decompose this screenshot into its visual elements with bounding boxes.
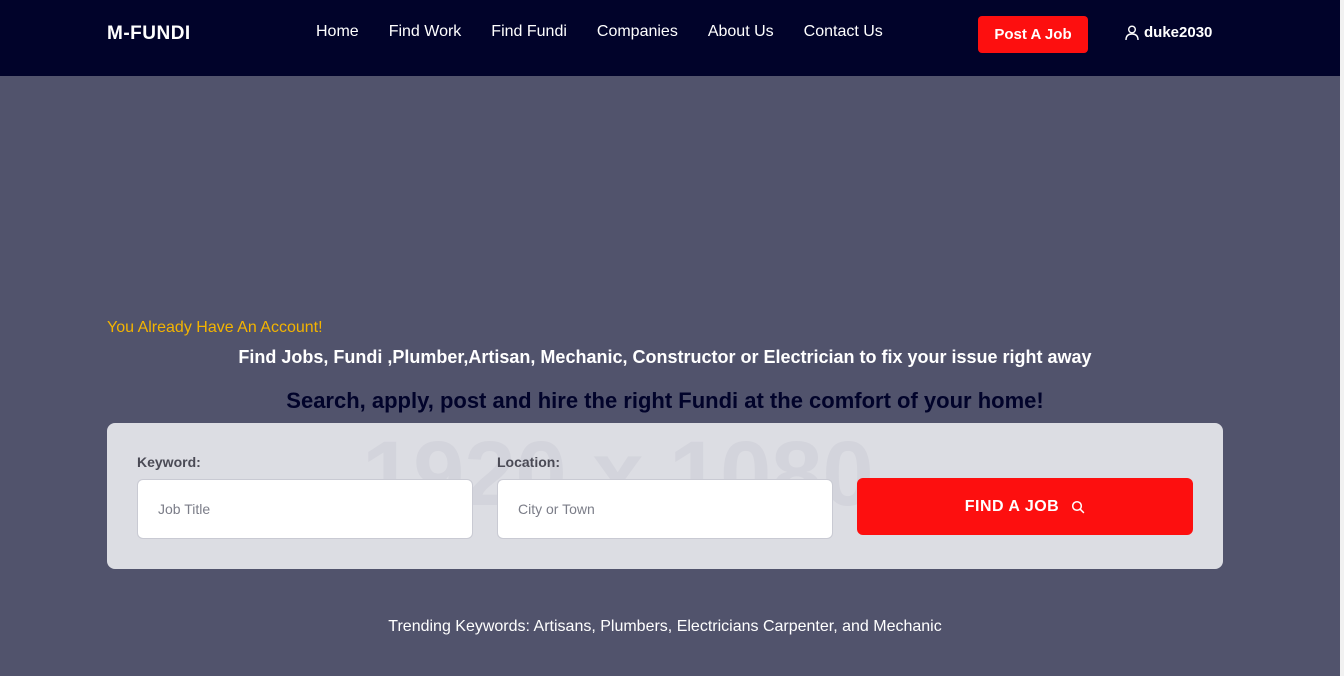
find-a-job-label: FIND A JOB	[964, 497, 1060, 515]
top-navbar: M-FUNDI Home Find Work Find Fundi Compan…	[0, 0, 1340, 76]
keyword-label: Keyword:	[137, 454, 201, 470]
post-a-job-button[interactable]: Post A Job	[978, 16, 1088, 53]
already-have-account-link[interactable]: You Already Have An Account!	[107, 318, 323, 338]
user-icon	[1125, 25, 1139, 41]
user-account-menu[interactable]: duke2030	[1125, 24, 1212, 42]
page-scrollbar[interactable]	[1340, 0, 1344, 676]
nav-item-about-us[interactable]: About Us	[708, 22, 774, 42]
username: duke2030	[1144, 24, 1213, 41]
nav-item-find-work[interactable]: Find Work	[389, 22, 462, 42]
location-input[interactable]	[497, 479, 833, 539]
hero-subheading: Search, apply, post and hire the right F…	[286, 388, 1044, 413]
location-label: Location:	[497, 454, 560, 470]
hero-tagline: Find Jobs, Fundi ,Plumber,Artisan, Mecha…	[238, 347, 1092, 367]
search-icon	[1071, 500, 1085, 514]
nav-item-find-fundi[interactable]: Find Fundi	[491, 22, 567, 42]
find-a-job-button[interactable]: FIND A JOB	[857, 478, 1193, 535]
keyword-input[interactable]	[137, 479, 473, 539]
brand-logo[interactable]: M-FUNDI	[107, 22, 191, 46]
nav-item-home[interactable]: Home	[316, 22, 359, 42]
nav-item-contact-us[interactable]: Contact Us	[804, 22, 883, 42]
trending-keywords: Trending Keywords: Artisans, Plumbers, E…	[388, 618, 942, 635]
nav-item-companies[interactable]: Companies	[597, 22, 678, 42]
main-nav: Home Find Work Find Fundi Companies Abou…	[316, 22, 883, 42]
job-search-panel: 1920 x 1080 Keyword: Location: FIND A JO…	[107, 423, 1223, 569]
